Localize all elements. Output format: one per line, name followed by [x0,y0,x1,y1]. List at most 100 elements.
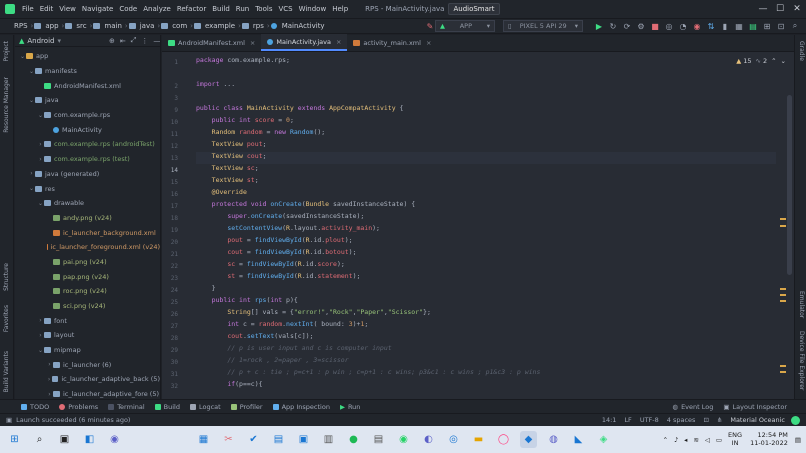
menu-help[interactable]: Help [329,5,351,13]
warning-marker[interactable] [780,294,786,296]
breadcrumb-item[interactable]: src [74,22,88,30]
breadcrumb-item[interactable]: rps [251,22,266,30]
menu-code[interactable]: Code [116,5,140,13]
chevron-right-icon[interactable]: › [37,317,44,324]
menu-edit[interactable]: Edit [37,5,57,13]
indent-setting[interactable]: 4 spaces [663,416,700,424]
spotify-icon[interactable]: ● [345,431,362,448]
chevron-right-icon[interactable]: › [28,170,35,177]
tool-profiler[interactable]: Profiler [226,403,268,411]
tree-item[interactable]: ic_launcher_background.xml [15,225,160,240]
breadcrumb-item[interactable]: example [203,22,237,30]
tree-item[interactable]: ⌄ drawable [15,196,160,211]
tool-terminal[interactable]: Terminal [103,403,149,411]
line-separator[interactable]: LF [620,416,635,424]
warning-marker[interactable] [780,288,786,290]
gradle-sync-icon[interactable]: ⇅ [705,20,717,32]
options-icon[interactable]: ⋮ [141,37,148,45]
chevron-right-icon[interactable]: › [46,361,53,368]
tree-item[interactable]: ic_launcher_foreground.xml (v24) [15,240,160,255]
tree-item[interactable]: MainActivity [15,122,160,137]
run-icon[interactable]: ▶ [593,20,605,32]
photos-icon[interactable]: ▣ [295,431,312,448]
audiosmart-badge[interactable]: AudioSmart [448,3,500,15]
menu-vcs[interactable]: VCS [275,5,295,13]
close-tab-icon[interactable]: × [250,39,255,47]
todo-app-icon[interactable]: ✔ [245,431,262,448]
tool-favorites[interactable]: Favorites [3,305,10,332]
tree-item[interactable]: › java (generated) [15,167,160,182]
chat-icon[interactable]: ◉ [106,431,123,448]
android-icon[interactable]: ◈ [595,431,612,448]
volume-icon[interactable]: ◁ [702,436,713,444]
tree-item[interactable]: AndroidManifest.xml [15,78,160,93]
tool-build-variants[interactable]: Build Variants [3,351,10,392]
device-select[interactable]: ▯ PIXEL 5 API 29 ▾ [503,20,583,32]
project-view-select[interactable]: Android [27,37,54,45]
menu-tools[interactable]: Tools [252,5,275,13]
avd-manager-icon[interactable]: ▮ [719,20,731,32]
tree-item[interactable]: ⌄ manifests [15,64,160,79]
teams-icon[interactable]: ◍ [545,431,562,448]
chevron-down-icon[interactable]: ⌄ [37,200,44,207]
chevron-right-icon[interactable]: › [37,156,44,163]
tree-item[interactable]: › font [15,313,160,328]
tool-layout-inspector[interactable]: ▣ Layout Inspector [718,403,792,411]
tree-item[interactable]: ⌄ mipmap [15,343,160,358]
device-manager-icon[interactable]: ⊞ [761,20,773,32]
notification-icon[interactable] [791,415,800,425]
chrome-icon[interactable]: ◎ [445,431,462,448]
tool-structure[interactable]: Structure [3,263,10,291]
tool-resource-manager[interactable]: Resource Manager [3,77,10,133]
tree-item[interactable]: › layout [15,328,160,343]
tool-run[interactable]: ▶ Run [335,403,365,411]
chevron-up-icon[interactable]: ⌃ [771,57,776,65]
chevron-down-icon[interactable]: ⌄ [28,185,35,192]
breadcrumb-item[interactable]: MainActivity [280,22,327,30]
caret-position[interactable]: 14:1 [598,416,621,424]
chevron-down-icon[interactable]: ⌄ [28,97,35,104]
menu-navigate[interactable]: Navigate [79,5,116,13]
warning-marker[interactable] [780,365,786,367]
debug-icon[interactable]: ⚙ [635,20,647,32]
chevron-down-icon[interactable]: ⌄ [37,347,44,354]
speaker-icon[interactable]: ◂ [681,436,690,444]
breadcrumb-item[interactable]: main [102,22,124,30]
tool-event-log[interactable]: ◍ Event Log [667,403,718,411]
battery-icon[interactable]: ▭ [713,436,725,444]
git-icon[interactable]: ⋔ [713,416,726,424]
chevron-right-icon[interactable]: › [46,391,53,398]
lock-icon[interactable]: ⊡ [699,416,712,424]
tab-activity-main-xml[interactable]: activity_main.xml × [347,34,437,51]
menu-run[interactable]: Run [233,5,252,13]
notepad-icon[interactable]: ▤ [370,431,387,448]
breadcrumb-item[interactable]: RPS [12,22,30,30]
tool-app-inspection[interactable]: App Inspection [268,403,335,411]
theme-label[interactable]: Material Oceanic [726,416,789,424]
tab-mainactivity-java[interactable]: MainActivity.java × [261,34,348,51]
hide-icon[interactable]: — [153,37,160,45]
status-message[interactable]: Launch succeeded (6 minutes ago) [16,416,130,424]
tool-todo[interactable]: TODO [16,403,54,411]
search-icon[interactable]: ⌕ [31,431,48,448]
onenote-icon[interactable]: ◐ [420,431,437,448]
tree-item[interactable]: roc.png (v24) [15,284,160,299]
stop-icon[interactable]: ■ [649,20,661,32]
tree-item[interactable]: ⌄ app [15,49,160,64]
android-studio-taskbar-icon[interactable]: ◆ [520,431,537,448]
tree-item[interactable]: sci.png (v24) [15,299,160,314]
add-icon[interactable]: ⊕ [109,37,115,45]
sync-icon[interactable]: ◉ [691,20,703,32]
snip-icon[interactable]: ✂ [220,431,237,448]
breadcrumb-item[interactable]: com [170,22,189,30]
tool-emulator[interactable]: Emulator [798,291,805,318]
menu-refactor[interactable]: Refactor [174,5,209,13]
menu-view[interactable]: View [56,5,79,13]
notification-center-icon[interactable]: ▤ [793,436,806,444]
chevron-down-icon[interactable]: ⌄ [781,57,786,65]
apply-code-icon[interactable]: ⟳ [621,20,633,32]
tab-androidmanifest-xml[interactable]: AndroidManifest.xml × [162,34,261,51]
whatsapp-icon[interactable]: ◉ [395,431,412,448]
language-indicator[interactable]: ENG IN [725,432,745,446]
editor-scrollbar[interactable] [787,95,792,275]
